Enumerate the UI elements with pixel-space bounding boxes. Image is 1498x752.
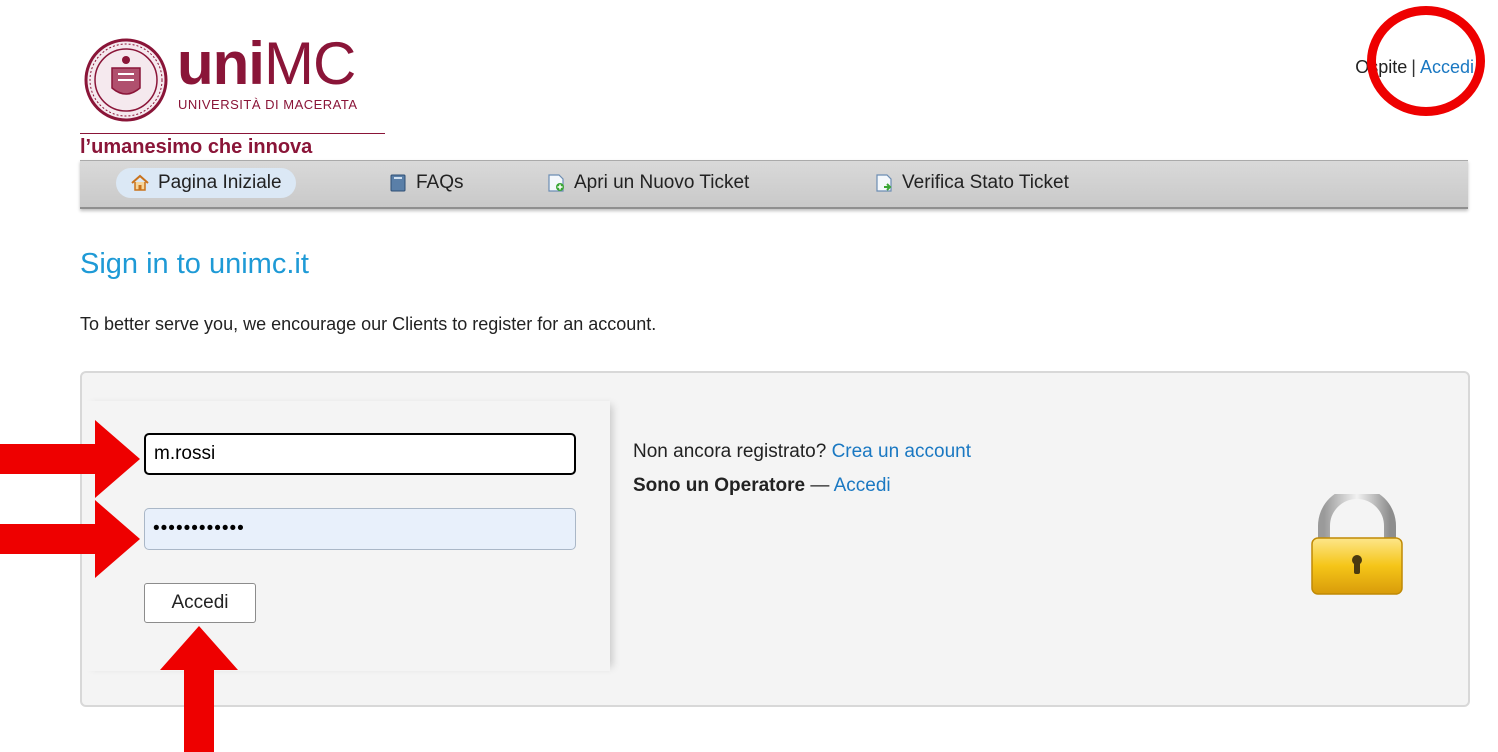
new-ticket-icon	[548, 174, 564, 192]
agent-dash: —	[810, 475, 830, 496]
not-registered-text: Non ancora registrato?	[633, 441, 827, 462]
annotation-arrow-password	[0, 500, 140, 578]
agent-login-link[interactable]: Accedi	[834, 475, 891, 496]
page-title: Sign in to unimc.it	[80, 248, 309, 280]
padlock-icon	[1311, 494, 1403, 595]
nav-ticket-status[interactable]: Verifica Stato Ticket	[874, 168, 1069, 198]
register-line: Non ancora registrato? Crea un account	[633, 435, 971, 469]
login-panel: Accedi Non ancora registrato? Crea un ac…	[80, 371, 1470, 707]
book-icon	[390, 174, 406, 192]
agent-label: Sono un Operatore	[633, 475, 806, 496]
annotation-arrow-username	[0, 420, 140, 498]
ticket-status-icon	[876, 174, 892, 192]
register-info: Non ancora registrato? Crea un account S…	[633, 435, 971, 503]
login-submit-button[interactable]: Accedi	[144, 583, 256, 623]
logo-tagline: l’umanesimo che innova	[80, 136, 313, 158]
nav-faqs[interactable]: FAQs	[388, 168, 464, 198]
password-input[interactable]	[144, 508, 576, 550]
university-seal-icon	[84, 38, 168, 122]
page-intro: To better serve you, we encourage our Cl…	[80, 314, 657, 334]
agent-line: Sono un Operatore — Accedi	[633, 469, 971, 503]
nav-faqs-label: FAQs	[416, 172, 464, 193]
unimc-logo[interactable]: uniMC UNIVERSITÀ DI MACERATA l’umanesimo…	[80, 34, 410, 158]
annotation-arrow-submit	[160, 626, 238, 752]
nav-new-ticket[interactable]: Apri un Nuovo Ticket	[546, 168, 749, 198]
logo-divider	[80, 133, 385, 134]
main-nav: Pagina Iniziale FAQs Apri un Nuovo Ticke…	[80, 160, 1468, 209]
nav-ticket-status-label: Verifica Stato Ticket	[902, 172, 1069, 193]
logo-wordmark: uniMC	[177, 30, 356, 97]
logo-university-name: UNIVERSITÀ DI MACERATA	[178, 97, 358, 112]
nav-new-ticket-label: Apri un Nuovo Ticket	[574, 172, 750, 193]
create-account-link[interactable]: Crea un account	[832, 441, 971, 462]
home-icon	[131, 174, 149, 191]
nav-home[interactable]: Pagina Iniziale	[116, 168, 296, 198]
username-input[interactable]	[144, 433, 576, 475]
nav-home-label: Pagina Iniziale	[158, 172, 282, 193]
annotation-circle	[1367, 6, 1485, 116]
